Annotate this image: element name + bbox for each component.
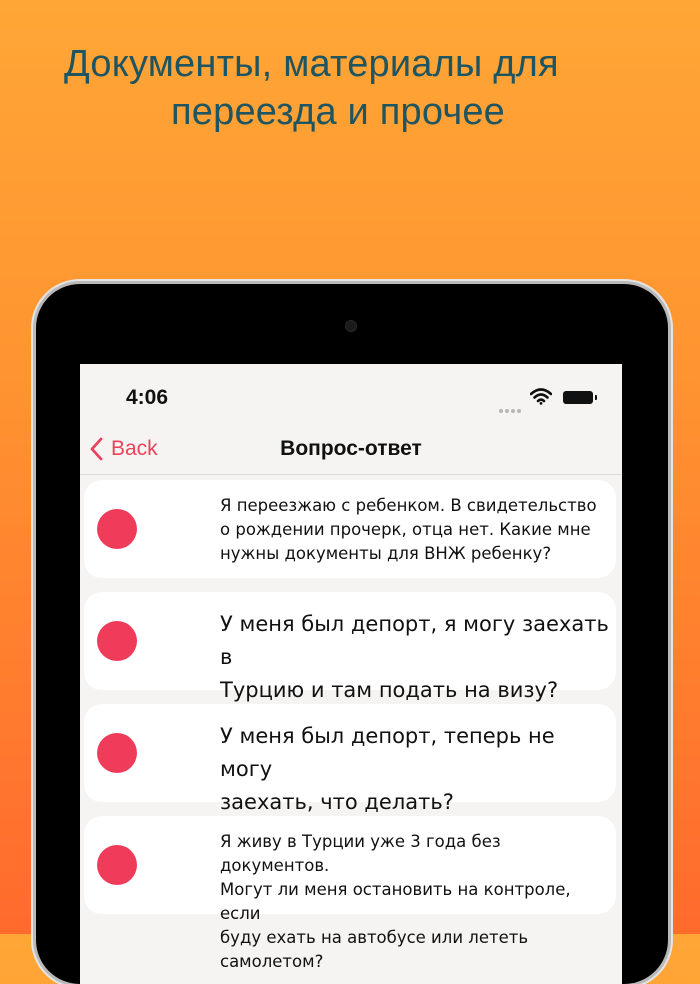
status-bar: 4:06 [80,364,622,424]
battery-tip [595,395,597,400]
page-title: Вопрос-ответ [280,437,422,460]
app-screen: 4:06 Back Вопрос-ответ Я переезжаю с реб… [80,364,622,984]
tablet-device: 4:06 Back Вопрос-ответ Я переезжаю с реб… [36,284,668,984]
cellular-icon [499,400,523,418]
question-card[interactable]: Я живу в Турции уже 3 года без документо… [84,816,616,971]
question-line: Могут ли меня остановить на контроле, ес… [220,880,571,923]
question-text: У меня был депорт, я могу заехать в Турц… [220,608,610,707]
camera-icon [345,320,357,332]
question-line: буду ехать на автобусе или лететь самоле… [220,928,529,971]
wifi-icon [530,388,552,405]
status-time: 4:06 [126,386,169,409]
navigation-bar: Back Вопрос-ответ [80,424,622,475]
question-card[interactable]: У меня был депорт, я могу заехать в Турц… [84,592,616,702]
question-line: о рождении прочерк, отца нет. Какие мне [220,520,591,539]
question-line: Турцию и там подать на визу? [220,678,559,702]
headline-line-1: Документы, материалы для [64,43,559,85]
question-line: нужны документы для ВНЖ ребенку? [220,544,552,563]
bullet-dot-icon [97,509,137,549]
question-line: Я переезжаю с ребенком. В свидетельство [220,496,597,515]
question-card[interactable]: У меня был депорт, теперь не могу заехат… [84,704,616,814]
bullet-dot-icon [97,733,137,773]
question-text: Я переезжаю с ребенком. В свидетельство … [220,494,610,566]
question-line: заехать, что делать? [220,790,454,814]
question-line: Я живу в Турции уже 3 года без документо… [220,832,501,875]
question-line: У меня был депорт, теперь не могу [220,724,555,781]
bullet-dot-icon [97,845,137,885]
question-line: У меня был депорт, я могу заехать в [220,612,609,669]
question-text: Я живу в Турции уже 3 года без документо… [220,830,610,974]
question-card[interactable]: Я переезжаю с ребенком. В свидетельство … [84,480,616,578]
headline-line-2: переезда и прочее [171,91,505,133]
question-text: У меня был депорт, теперь не могу заехат… [220,720,610,819]
battery-icon [563,391,593,404]
bullet-dot-icon [97,621,137,661]
